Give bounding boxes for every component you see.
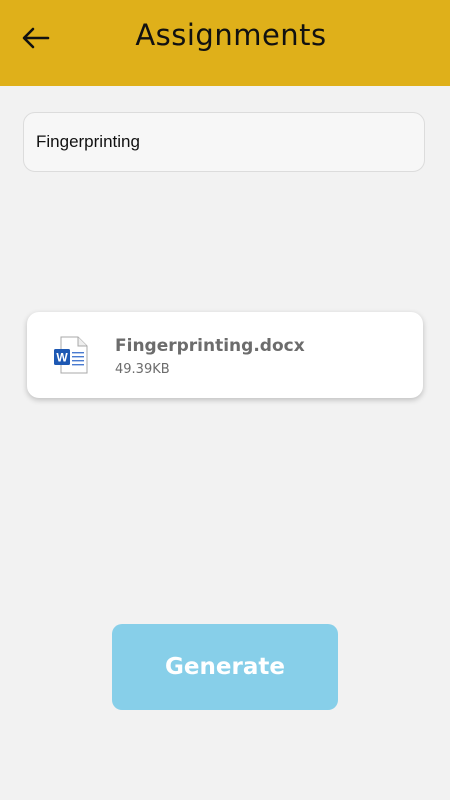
word-document-icon: W: [54, 336, 88, 374]
file-name: Fingerprinting.docx: [115, 336, 305, 356]
generate-button[interactable]: Generate: [112, 624, 338, 710]
page-title: Assignments: [135, 18, 327, 52]
file-card[interactable]: W Fingerprinting.docx 49.39KB: [27, 312, 423, 398]
assignment-title-input[interactable]: [23, 112, 425, 172]
file-size: 49.39KB: [115, 362, 170, 377]
app-bar: Assignments: [0, 0, 450, 86]
word-badge-letter: W: [56, 351, 68, 365]
